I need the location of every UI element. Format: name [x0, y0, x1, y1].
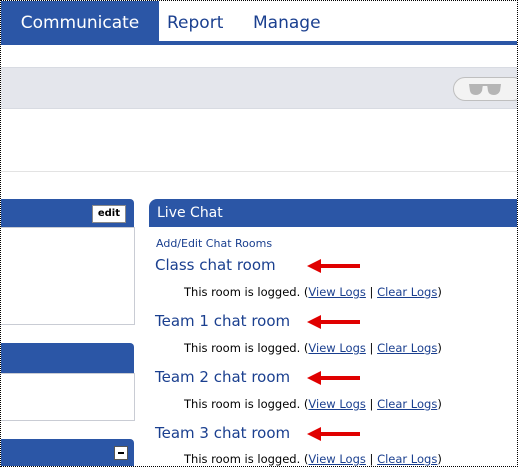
chat-room-link-team-3[interactable]: Team 3 chat room — [155, 424, 290, 442]
room-log-status: This room is logged. (View Logs | Clear … — [184, 341, 442, 355]
tab-report[interactable]: Report — [167, 1, 223, 45]
left-panel-1-header: edit — [1, 199, 134, 227]
add-edit-chat-rooms-link[interactable]: Add/Edit Chat Rooms — [156, 237, 272, 250]
sunglasses-icon — [469, 84, 501, 95]
clear-logs-link[interactable]: Clear Logs — [377, 341, 437, 355]
collapse-minus-icon[interactable] — [114, 446, 128, 460]
tab-manage[interactable]: Manage — [253, 1, 321, 45]
left-panel-1-body — [1, 227, 135, 325]
separator-line — [1, 171, 517, 172]
clear-logs-link[interactable]: Clear Logs — [377, 452, 437, 466]
chat-room-link-team-1[interactable]: Team 1 chat room — [155, 312, 290, 330]
tab-communicate[interactable]: Communicate — [1, 1, 159, 45]
red-arrow-icon — [307, 427, 360, 441]
view-logs-link[interactable]: View Logs — [308, 285, 365, 299]
red-arrow-icon — [307, 371, 360, 385]
app-frame: Communicate Report Manage edit Live Chat… — [0, 0, 518, 467]
chat-room-link-team-2[interactable]: Team 2 chat room — [155, 368, 290, 386]
clear-logs-link[interactable]: Clear Logs — [377, 285, 437, 299]
toolbar — [1, 67, 517, 109]
left-panel-2-body — [1, 373, 135, 421]
edit-button[interactable]: edit — [91, 205, 126, 223]
nav-underline — [1, 41, 517, 45]
clear-logs-link[interactable]: Clear Logs — [377, 397, 437, 411]
view-logs-link[interactable]: View Logs — [308, 452, 365, 466]
live-chat-title: Live Chat — [157, 205, 223, 221]
room-log-status: This room is logged. (View Logs | Clear … — [184, 397, 442, 411]
view-toggle-button[interactable] — [453, 77, 517, 101]
red-arrow-icon — [307, 315, 360, 329]
room-log-status: This room is logged. (View Logs | Clear … — [184, 285, 442, 299]
red-arrow-icon — [307, 259, 360, 273]
chat-room-link-class[interactable]: Class chat room — [155, 256, 276, 274]
left-panel-3-header — [1, 439, 134, 466]
top-navigation: Communicate Report Manage — [1, 1, 517, 45]
view-logs-link[interactable]: View Logs — [308, 397, 365, 411]
left-panel-2-header — [1, 343, 134, 373]
room-log-status: This room is logged. (View Logs | Clear … — [184, 452, 442, 466]
live-chat-header: Live Chat — [149, 199, 517, 227]
view-logs-link[interactable]: View Logs — [308, 341, 365, 355]
